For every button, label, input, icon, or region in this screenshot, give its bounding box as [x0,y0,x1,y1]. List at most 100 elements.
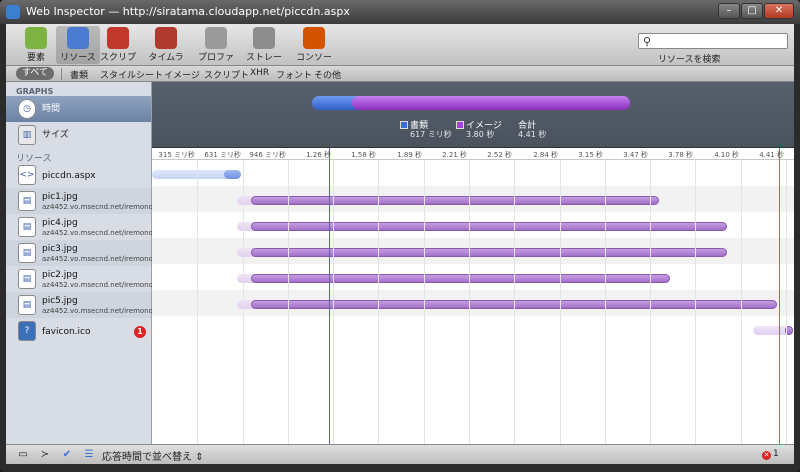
timeline-gridline [695,160,696,444]
search-field[interactable]: ⚲ [638,33,788,49]
legend-total: 合計 4.41 秒 [508,118,546,139]
filter-3[interactable]: イメージ [164,68,200,81]
timeline-row[interactable] [152,290,794,316]
resource-name: pic3.jpg [42,244,78,254]
legend-images: イメージ 3.80 秒 [456,118,502,139]
profiles-icon [205,27,227,49]
filter-0[interactable]: すべて [16,67,55,80]
timeline-gridline [605,160,606,444]
timeline-download-bar [251,248,727,257]
resource-item[interactable]: <> piccdn.aspx [6,162,151,188]
resource-item[interactable]: ▤ pic3.jpg az4452.vo.msecnd.net/iremono [6,240,153,266]
summary-bar-images [352,96,630,110]
timeline-icon [155,27,177,49]
timeline-gridline [514,160,515,444]
filter-bar: すべて 書類 スタイルシート イメージ スクリプト XHR フォント その他 [6,66,794,82]
timeline-gridline [741,160,742,444]
tool-scripts[interactable]: スクリプト [96,26,140,76]
console-icon [303,27,325,49]
size-icon: ▥ [18,125,36,145]
filter-5[interactable]: XHR [250,68,269,78]
timeline-tick-label: 631 ミリ秒 [204,151,241,159]
resource-item[interactable]: ▤ pic1.jpg az4452.vo.msecnd.net/iremono [6,188,153,214]
filter-7[interactable]: その他 [314,68,341,81]
sort-select[interactable]: 応答時間で並べ替え ⇕ [102,448,204,463]
timeline-row[interactable] [152,160,794,186]
tool-timeline[interactable]: タイムライン [144,26,188,76]
timeline-row[interactable] [152,186,794,212]
tool-profiles[interactable]: プロファイル [194,26,238,76]
timeline-gridline [197,160,198,444]
timeline-tick-label: 3.78 秒 [668,151,693,159]
timeline-tick-label: 315 ミリ秒 [158,151,195,159]
filter-2[interactable]: スタイルシート [100,68,163,81]
dom-content-loaded-line [329,148,330,444]
resource-name: pic4.jpg [42,218,78,228]
tool-resources[interactable]: リソース [56,26,100,64]
legend-value: 617 ミリ秒 [410,130,452,139]
load-event-line [779,148,780,444]
error-count-value: 1 [773,449,779,459]
legend-value: 3.80 秒 [466,130,495,139]
resource-domain: az4452.vo.msecnd.net/iremono [42,307,153,315]
timeline-row[interactable] [152,238,794,264]
timeline-gridline [650,160,651,444]
sidebar-item-size[interactable]: ▥ サイズ [6,122,151,148]
image-icon: ▤ [18,295,36,315]
graphs-header: GRAPHS [16,87,54,96]
resource-domain: az4452.vo.msecnd.net/iremono [42,255,153,263]
search-input[interactable] [655,35,785,47]
timeline-download-bar [251,274,670,283]
error-icon: ✕ [762,451,771,460]
filter-1[interactable]: 書類 [70,68,88,81]
scripts-icon [107,27,129,49]
resource-item[interactable]: ▤ pic4.jpg az4452.vo.msecnd.net/iremono [6,214,153,240]
resource-name: pic2.jpg [42,270,78,280]
timeline-gridline [333,160,334,444]
window-title: Web Inspector — http://siratama.cloudapp… [26,5,350,18]
filter-divider [61,68,62,80]
resource-name: pic5.jpg [42,296,78,306]
small-rows-icon[interactable]: ☰ [80,448,98,462]
timeline-row[interactable] [152,264,794,290]
sidebar-item-time[interactable]: ◷ 時間 [6,96,151,122]
tool-console[interactable]: コンソール [292,26,336,76]
image-icon: ▤ [18,217,36,237]
timeline-row[interactable] [152,212,794,238]
maximize-button[interactable]: □ [741,3,763,19]
timeline-gridline [424,160,425,444]
filter-4[interactable]: スクリプト [204,68,249,81]
timeline-tick-label: 946 ミリ秒 [249,151,286,159]
tool-storage[interactable]: ストレージ [242,26,286,76]
tool-elements[interactable]: 要素 [14,26,58,64]
timeline-gridline [469,160,470,444]
timeline-tick-label: 4.41 秒 [759,151,784,159]
timeline-tick-label: 1.26 秒 [306,151,331,159]
image-icon: ▤ [18,269,36,289]
timeline-gridline [786,160,787,444]
error-count[interactable]: ✕ 1 [762,449,779,460]
resource-item[interactable]: ▤ pic5.jpg az4452.vo.msecnd.net/iremono [6,292,153,318]
clock-icon: ◷ [18,99,36,119]
timeline-download-bar [251,196,659,205]
timeline-row[interactable] [152,316,794,342]
summary-graph: 書類 617 ミリ秒 イメージ 3.80 秒 合計 4.41 秒 [152,82,794,148]
timeline-tick-label: 1.89 秒 [397,151,422,159]
dock-toggle-icon[interactable]: ▭ [14,448,32,462]
window-frame-bottom [0,464,800,472]
sort-label: 応答時間で並べ替え [102,452,192,463]
minimize-button[interactable]: – [718,3,740,19]
filter-6[interactable]: フォント [276,68,312,81]
legend-value: 4.41 秒 [518,130,547,139]
console-toggle-icon[interactable]: ≻ [36,448,54,462]
inspector-window: Web Inspector — http://siratama.cloudapp… [0,0,800,472]
search-caption: リソースを検索 [658,55,721,65]
resource-item[interactable]: ▤ pic2.jpg az4452.vo.msecnd.net/iremono [6,266,153,292]
tool-label: リソース [60,53,96,63]
close-button[interactable]: ✕ [764,3,794,19]
sidebar: GRAPHS ◷ 時間 ▥ サイズ リソース <> piccdn.aspx ▤ pic… [6,82,153,444]
sidebar-item-label: 時間 [42,104,61,114]
timeline-gridline [378,160,379,444]
resource-item[interactable]: ? favicon.ico 1 [6,318,151,344]
enable-resource-tracking-icon[interactable]: ✔ [58,448,76,462]
